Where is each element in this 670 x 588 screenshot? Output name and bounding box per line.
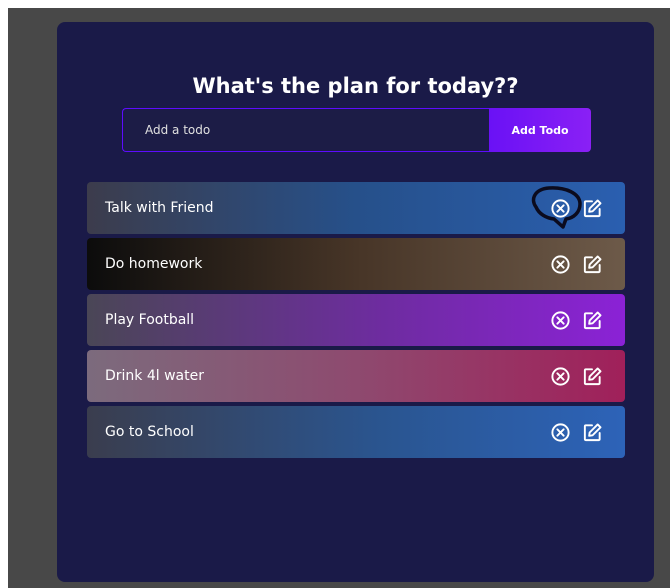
edit-icon[interactable] <box>582 198 603 219</box>
todo-actions <box>550 254 603 275</box>
todo-row[interactable]: Play Football <box>87 294 625 346</box>
close-circle-icon[interactable] <box>550 310 571 331</box>
todo-input[interactable] <box>122 108 489 152</box>
edit-icon[interactable] <box>582 422 603 443</box>
todo-actions <box>531 185 603 229</box>
close-circle-icon[interactable] <box>550 254 571 275</box>
todo-form: Add Todo <box>122 108 591 152</box>
edit-icon[interactable] <box>582 310 603 331</box>
todo-actions <box>550 422 603 443</box>
close-circle-icon[interactable] <box>550 366 571 387</box>
todo-row[interactable]: Go to School <box>87 406 625 458</box>
todo-text[interactable]: Play Football <box>105 311 194 329</box>
todo-app: What's the plan for today?? Add Todo Tal… <box>57 22 654 582</box>
edit-icon[interactable] <box>582 366 603 387</box>
add-todo-button[interactable]: Add Todo <box>489 108 591 152</box>
todo-actions <box>550 310 603 331</box>
edit-icon[interactable] <box>582 254 603 275</box>
todo-row[interactable]: Do homework <box>87 238 625 290</box>
todo-list: Talk with Friend Do homework Play Footba… <box>87 182 625 462</box>
close-circle-icon[interactable] <box>550 198 571 219</box>
todo-row[interactable]: Talk with Friend <box>87 182 625 234</box>
todo-text[interactable]: Go to School <box>105 423 194 441</box>
todo-text[interactable]: Talk with Friend <box>105 199 213 217</box>
todo-text[interactable]: Drink 4l water <box>105 367 204 385</box>
close-circle-icon[interactable] <box>550 422 571 443</box>
todo-row[interactable]: Drink 4l water <box>87 350 625 402</box>
page-title: What's the plan for today?? <box>192 74 519 98</box>
todo-actions <box>550 366 603 387</box>
todo-text[interactable]: Do homework <box>105 255 202 273</box>
